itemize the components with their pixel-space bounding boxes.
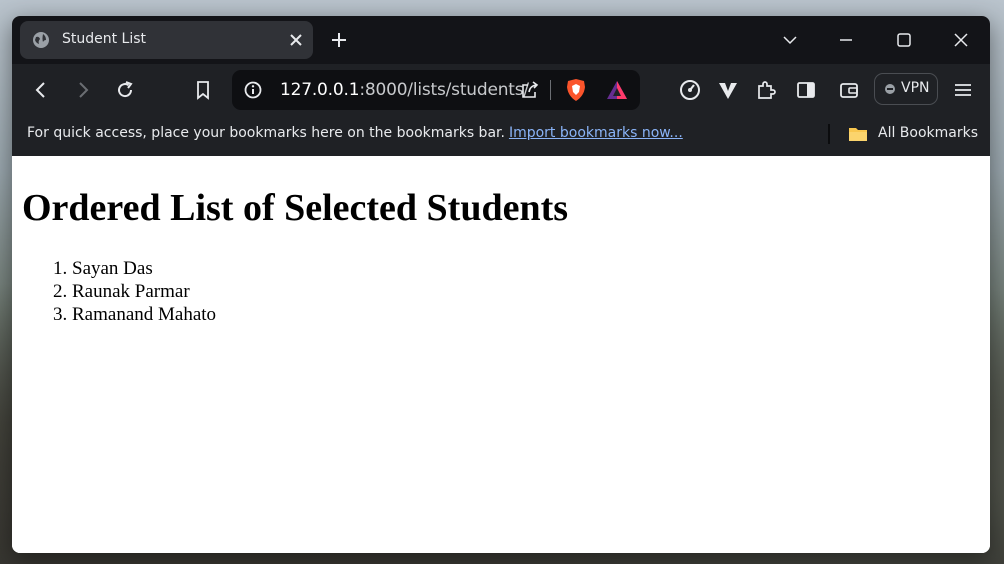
vpn-label: VPN	[901, 80, 930, 96]
title-bar: Student List	[12, 16, 990, 64]
tab-title: Student List	[62, 31, 147, 47]
list-item: Raunak Parmar	[72, 280, 216, 303]
bookmarks-hint-text: For quick access, place your bookmarks h…	[27, 125, 505, 141]
vpn-shield-v-icon[interactable]	[717, 79, 739, 101]
vpn-button[interactable]: VPN	[874, 73, 938, 105]
navigation-toolbar: 127.0.0.1:8000/lists/students/ VPN	[12, 64, 990, 116]
minimize-icon[interactable]	[836, 30, 856, 50]
student-list: Sayan Das Raunak Parmar Ramanand Mahato	[32, 257, 216, 326]
list-item: Sayan Das	[72, 257, 216, 280]
sidebar-icon[interactable]	[795, 79, 817, 101]
list-item: Ramanand Mahato	[72, 303, 216, 326]
speedreader-icon[interactable]	[679, 79, 701, 101]
url-path: :8000/lists/students/	[359, 80, 529, 100]
site-info-icon[interactable]	[244, 81, 262, 99]
maximize-icon[interactable]	[894, 30, 914, 50]
bookmarks-bar-message: For quick access, place your bookmarks h…	[27, 125, 683, 141]
menu-icon[interactable]	[952, 79, 974, 101]
back-icon[interactable]	[30, 79, 52, 101]
bookmarks-divider	[828, 124, 830, 144]
url-host: 127.0.0.1	[280, 80, 360, 100]
address-bar[interactable]: 127.0.0.1:8000/lists/students/	[232, 70, 640, 110]
new-tab-icon[interactable]	[330, 31, 348, 49]
close-tab-icon[interactable]	[288, 32, 304, 48]
page-content: Ordered List of Selected Students Sayan …	[12, 156, 990, 553]
bookmark-icon[interactable]	[192, 79, 214, 101]
all-bookmarks-button[interactable]: All Bookmarks	[878, 125, 978, 141]
brave-shields-icon[interactable]	[565, 78, 587, 102]
close-window-icon[interactable]	[951, 30, 971, 50]
tab-search-chevron-icon[interactable]	[780, 30, 800, 50]
folder-icon	[849, 128, 867, 141]
url-text[interactable]: 127.0.0.1:8000/lists/students/	[280, 80, 529, 100]
browser-window: Student List 127.0.0.1:8000/lists/studen…	[12, 16, 990, 553]
reload-icon[interactable]	[114, 79, 136, 101]
extensions-icon[interactable]	[755, 79, 777, 101]
globe-icon	[33, 32, 49, 48]
share-icon[interactable]	[520, 80, 540, 100]
import-bookmarks-link[interactable]: Import bookmarks now...	[509, 125, 683, 141]
page-heading: Ordered List of Selected Students	[22, 187, 569, 229]
vpn-status-icon	[885, 84, 895, 94]
tab-student-list[interactable]: Student List	[20, 21, 313, 59]
forward-icon[interactable]	[72, 79, 94, 101]
wallet-icon[interactable]	[838, 79, 860, 101]
bookmarks-bar: For quick access, place your bookmarks h…	[12, 116, 990, 156]
omnibox-divider	[550, 80, 551, 100]
brave-rewards-icon[interactable]	[606, 79, 628, 101]
